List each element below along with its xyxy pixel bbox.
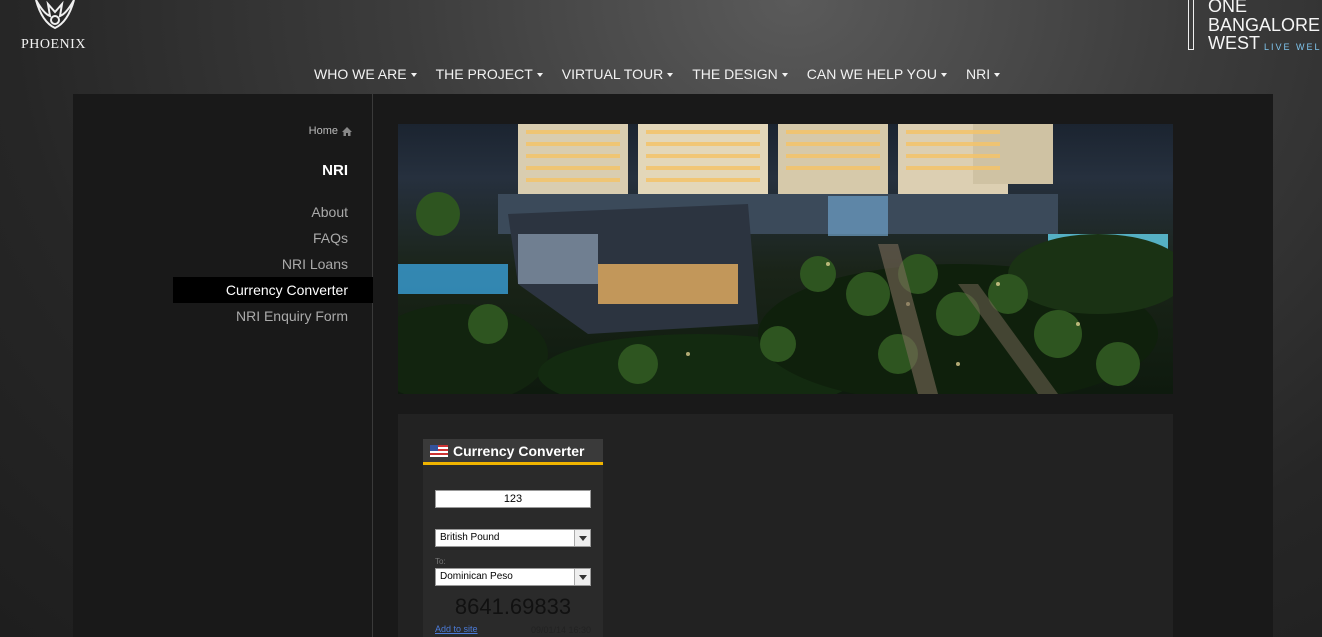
nav-can-we-help-you[interactable]: CAN WE HELP YOU	[807, 66, 947, 82]
sidebar-item-faqs[interactable]: FAQs	[173, 225, 373, 251]
hero-image	[398, 124, 1173, 394]
content-area: Currency Converter 123 British Pound To:…	[398, 414, 1173, 637]
nav-label: THE DESIGN	[692, 66, 778, 82]
chevron-down-icon[interactable]	[574, 569, 590, 585]
rate-timestamp: 09/01/14 16:30	[530, 625, 591, 635]
chevron-down-icon[interactable]	[574, 530, 590, 546]
sidebar-menu: About FAQs NRI Loans Currency Converter …	[173, 199, 373, 329]
breadcrumb-home[interactable]: Home	[309, 125, 338, 137]
sidebar: Home NRI About FAQs NRI Loans Currency C…	[173, 94, 373, 637]
breadcrumb[interactable]: Home	[309, 125, 352, 137]
nav-who-we-are[interactable]: WHO WE ARE	[314, 66, 417, 82]
nav-label: NRI	[965, 66, 991, 82]
nav-the-project[interactable]: THE PROJECT	[436, 66, 543, 82]
hero-illustration	[398, 124, 1173, 394]
logo-text: PHOENIX	[21, 37, 86, 52]
home-icon	[342, 126, 352, 136]
caret-down-icon	[940, 73, 947, 77]
currency-converter-widget: Currency Converter 123 British Pound To:…	[423, 439, 603, 637]
section-title: NRI	[322, 162, 348, 179]
caret-down-icon	[781, 73, 788, 77]
from-currency-value: British Pound	[440, 532, 500, 543]
phoenix-bird-icon	[35, 0, 75, 30]
amount-input[interactable]: 123	[435, 490, 591, 508]
conversion-result: 8641.69833	[454, 594, 572, 619]
nav-label: CAN WE HELP YOU	[806, 66, 937, 82]
add-to-site-link[interactable]: Add to site	[435, 624, 478, 634]
caret-down-icon	[994, 73, 1001, 77]
logo-tagline: LIVE WELL	[1264, 42, 1322, 52]
nav-nri[interactable]: NRI	[965, 66, 1001, 82]
main-nav: WHO WE ARE THE PROJECT VIRTUAL TOUR THE …	[314, 66, 1019, 82]
converter-header: Currency Converter	[423, 439, 603, 465]
logo-bar	[1188, 0, 1194, 50]
caret-down-icon	[667, 73, 674, 77]
nav-the-design[interactable]: THE DESIGN	[692, 66, 788, 82]
nav-label: WHO WE ARE	[314, 66, 407, 82]
to-currency-value: Dominican Peso	[440, 571, 513, 582]
sidebar-item-currency-converter[interactable]: Currency Converter	[173, 277, 373, 303]
to-currency-select[interactable]: Dominican Peso	[435, 568, 591, 586]
us-flag-icon	[430, 444, 448, 457]
converter-title: Currency Converter	[453, 442, 585, 459]
sidebar-item-nri-loans[interactable]: NRI Loans	[173, 251, 373, 277]
nav-label: THE PROJECT	[435, 66, 533, 82]
to-label: To:	[435, 557, 446, 566]
logo-line1: ONE	[1208, 0, 1248, 16]
main-panel: Home NRI About FAQs NRI Loans Currency C…	[73, 94, 1273, 637]
sidebar-item-nri-enquiry-form[interactable]: NRI Enquiry Form	[173, 303, 373, 329]
sidebar-item-about[interactable]: About	[173, 199, 373, 225]
caret-down-icon	[410, 73, 417, 77]
one-bangalore-west-logo[interactable]: ONE BANGALORE WEST LIVE WELL	[1188, 0, 1322, 56]
nav-virtual-tour[interactable]: VIRTUAL TOUR	[561, 66, 674, 82]
nav-label: VIRTUAL TOUR	[561, 66, 664, 82]
logo-line2: BANGALORE	[1208, 15, 1321, 35]
from-currency-select[interactable]: British Pound	[435, 529, 591, 547]
logo-line3: WEST	[1208, 33, 1260, 53]
caret-down-icon	[536, 73, 543, 77]
phoenix-logo[interactable]: PHOENIX	[18, 0, 92, 56]
